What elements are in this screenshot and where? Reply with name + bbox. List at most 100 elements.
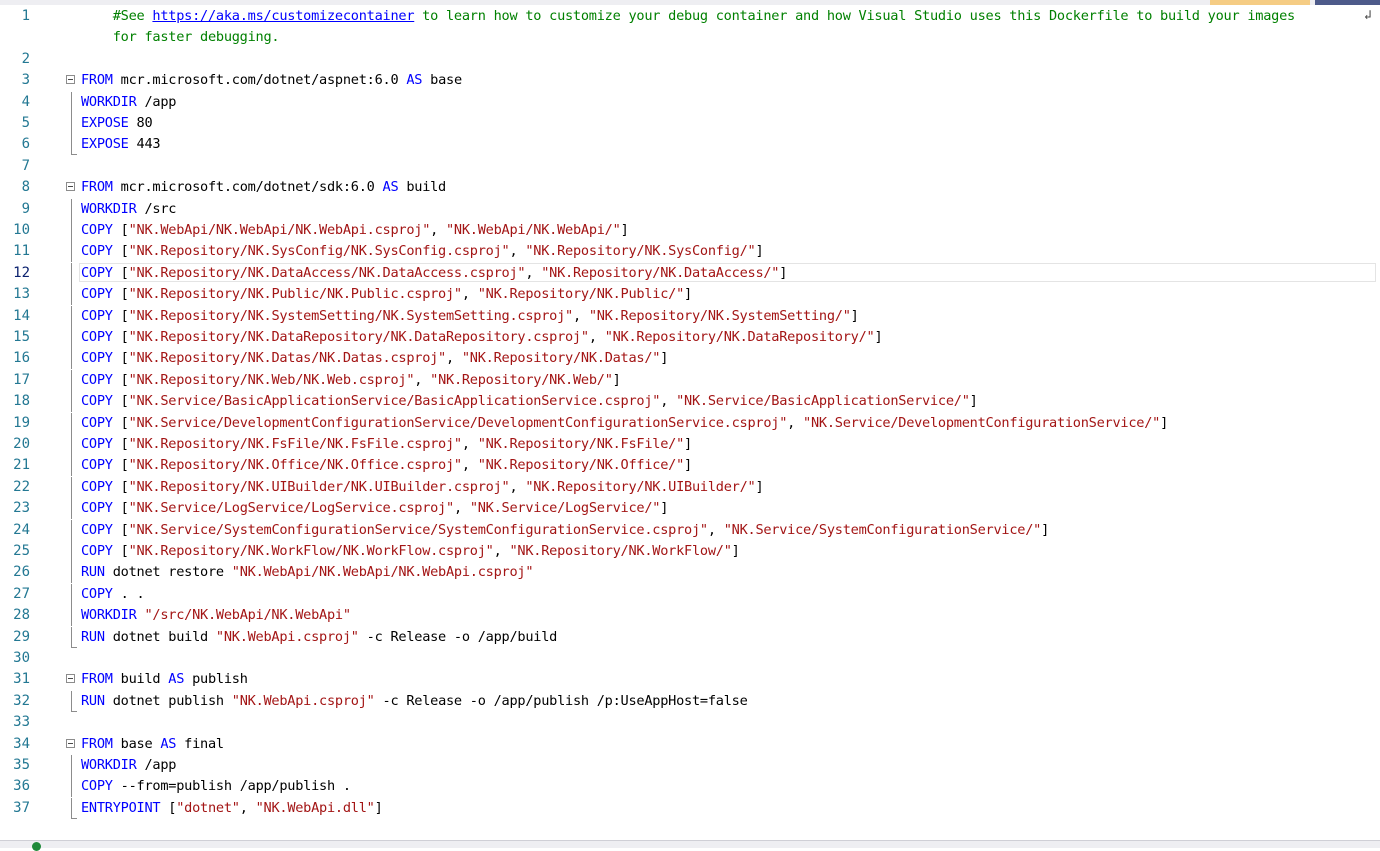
code-text: COPY ["NK.Service/BasicApplicationServic… xyxy=(81,391,978,412)
plain-token: [ xyxy=(112,521,129,538)
plain-token: [ xyxy=(112,478,129,495)
code-line[interactable]: 1 #See https://aka.ms/customizecontainer… xyxy=(0,6,1380,27)
code-line[interactable]: 10 COPY ["NK.WebApi/NK.WebApi/NK.WebApi.c… xyxy=(0,220,1380,241)
outline-guide xyxy=(71,262,72,284)
code-line[interactable]: 34 FROM base AS final xyxy=(0,734,1380,755)
outline-guide xyxy=(71,369,72,391)
code-line[interactable]: 35 WORKDIR /app xyxy=(0,755,1380,776)
line-number: 31 xyxy=(13,671,30,688)
code-line[interactable]: 23 COPY ["NK.Service/LogService/LogServic… xyxy=(0,498,1380,520)
outline-guide xyxy=(71,327,72,348)
code-line[interactable]: 14 COPY ["NK.Repository/NK.SystemSetting/… xyxy=(0,305,1380,327)
string-token: "NK.Service/BasicApplicationService/Basi… xyxy=(128,393,661,410)
code-line[interactable]: 11 COPY ["NK.Repository/NK.SysConfig/NK.S… xyxy=(0,241,1380,263)
no-issues-found-icon[interactable] xyxy=(32,842,41,851)
code-text: WORKDIR /app xyxy=(81,755,176,776)
code-line[interactable]: 31 FROM build AS publish xyxy=(0,669,1380,690)
plain-token: [ xyxy=(112,222,129,238)
code-line[interactable]: 2 xyxy=(0,49,1380,70)
plain-token: , xyxy=(239,799,256,816)
fold-collapse-icon[interactable] xyxy=(66,738,75,748)
line-number: 27 xyxy=(13,585,30,602)
line-number: 26 xyxy=(13,564,30,581)
line-number: 29 xyxy=(13,628,30,645)
plain-token: , xyxy=(525,264,542,281)
string-token: "NK.Repository/NK.FsFile/" xyxy=(477,436,685,452)
line-number: 16 xyxy=(13,350,30,367)
code-line[interactable]: 15 COPY ["NK.Repository/NK.DataRepository… xyxy=(0,327,1380,348)
code-line[interactable]: 24 COPY ["NK.Service/SystemConfigurationS… xyxy=(0,519,1380,541)
keyword-token: AS xyxy=(382,179,399,196)
outline-guide xyxy=(71,541,72,562)
code-line[interactable]: 12 COPY ["NK.Repository/NK.DataAccess/NK.… xyxy=(0,262,1380,284)
keyword-token: FROM xyxy=(81,179,113,196)
code-text: FROM mcr.microsoft.com/dotnet/sdk:6.0 AS… xyxy=(81,177,446,198)
line-number: 6 xyxy=(21,136,30,153)
string-token: "NK.Repository/NK.SystemSetting/NK.Syste… xyxy=(128,307,574,324)
code-text: COPY ["NK.Repository/NK.Web/NK.Web.cspro… xyxy=(81,370,621,391)
string-token: "NK.Repository/NK.Public/NK.Public.cspro… xyxy=(128,286,462,303)
keyword-token: COPY xyxy=(81,436,113,452)
code-line[interactable]: 29 RUN dotnet build "NK.WebApi.csproj" -c… xyxy=(0,626,1380,648)
code-line[interactable]: 21 COPY ["NK.Repository/NK.Office/NK.Offi… xyxy=(0,455,1380,477)
plain-token: [ xyxy=(112,350,129,367)
code-line[interactable]: 22 COPY ["NK.Repository/NK.UIBuilder/NK.U… xyxy=(0,476,1380,498)
fold-collapse-icon[interactable] xyxy=(66,182,75,192)
code-text: EXPOSE 443 xyxy=(81,134,161,155)
plain-token: [ xyxy=(112,500,129,517)
keyword-token: AS xyxy=(168,671,185,688)
string-token: "NK.Service/SystemConfigurationService/" xyxy=(723,521,1042,538)
plain-token: ] xyxy=(874,329,883,345)
string-token: "NK.WebApi/NK.WebApi/NK.WebApi.csproj" xyxy=(231,564,534,581)
code-line[interactable]: 6 EXPOSE 443 xyxy=(0,134,1380,156)
string-token: "NK.Repository/NK.Office/NK.Office.cspro… xyxy=(128,457,462,474)
code-line[interactable]: 30 xyxy=(0,648,1380,669)
code-text: FROM build AS publish xyxy=(81,669,248,690)
keyword-token: FROM xyxy=(81,735,113,752)
plain-token: , xyxy=(707,521,724,538)
string-token: "NK.Service/LogService/" xyxy=(469,500,661,517)
code-line[interactable]: 25 COPY ["NK.Repository/NK.WorkFlow/NK.Wo… xyxy=(0,541,1380,562)
code-line[interactable]: 13 COPY ["NK.Repository/NK.Public/NK.Publ… xyxy=(0,284,1380,306)
code-line[interactable]: 4 WORKDIR /app xyxy=(0,91,1380,113)
code-line[interactable]: 19 COPY ["NK.Service/DevelopmentConfigura… xyxy=(0,412,1380,434)
line-number: 33 xyxy=(13,714,30,731)
code-line[interactable]: 37 ENTRYPOINT ["dotnet", "NK.WebApi.dll"] xyxy=(0,797,1380,819)
plain-token: -c Release -o /app/publish /p:UseAppHost… xyxy=(374,692,748,709)
outline-guide xyxy=(71,605,72,627)
plain-token: ] xyxy=(1160,414,1169,431)
code-editor[interactable]: 1 #See https://aka.ms/customizecontainer… xyxy=(0,5,1380,840)
code-line[interactable]: 17 COPY ["NK.Repository/NK.Web/NK.Web.csp… xyxy=(0,369,1380,391)
code-line[interactable]: 5 EXPOSE 80 xyxy=(0,113,1380,134)
code-line[interactable]: 33 xyxy=(0,712,1380,733)
keyword-token: COPY xyxy=(81,264,113,281)
plain-token: mcr.microsoft.com/dotnet/aspnet:6.0 xyxy=(112,72,407,89)
line-number: 7 xyxy=(21,157,30,174)
code-line[interactable]: 20 COPY ["NK.Repository/NK.FsFile/NK.FsFi… xyxy=(0,434,1380,455)
code-line[interactable]: for faster debugging. xyxy=(0,27,1380,48)
code-line[interactable]: 18 COPY ["NK.Service/BasicApplicationServ… xyxy=(0,391,1380,413)
line-number: 8 xyxy=(21,179,30,196)
string-token: "NK.Repository/NK.UIBuilder/" xyxy=(525,478,756,495)
code-line[interactable]: 26 RUN dotnet restore "NK.WebApi/NK.WebAp… xyxy=(0,562,1380,584)
code-line[interactable]: 16 COPY ["NK.Repository/NK.Datas/NK.Datas… xyxy=(0,348,1380,370)
code-line[interactable]: 9 WORKDIR /src xyxy=(0,198,1380,220)
string-token: "NK.Repository/NK.WorkFlow/NK.WorkFlow.c… xyxy=(128,543,494,559)
outline-guide xyxy=(71,305,72,327)
fold-collapse-icon[interactable] xyxy=(66,75,75,85)
code-line[interactable]: 36 COPY --from=publish /app/publish . xyxy=(0,776,1380,798)
code-text: COPY ["NK.Repository/NK.SysConfig/NK.Sys… xyxy=(81,241,764,262)
code-line[interactable]: 3 FROM mcr.microsoft.com/dotnet/aspnet:6.… xyxy=(0,70,1380,91)
hyperlink[interactable]: https://aka.ms/customizecontainer xyxy=(152,8,414,24)
plain-token: [ xyxy=(112,393,129,410)
code-line[interactable]: 27 COPY . . xyxy=(0,583,1380,605)
code-line[interactable]: 32 RUN dotnet publish "NK.WebApi.csproj" … xyxy=(0,690,1380,712)
outline-guide xyxy=(71,776,72,798)
code-line[interactable]: 28 WORKDIR "/src/NK.WebApi/NK.WebApi" xyxy=(0,605,1380,627)
code-line[interactable]: 8 FROM mcr.microsoft.com/dotnet/sdk:6.0 A… xyxy=(0,177,1380,198)
code-line[interactable]: 7 xyxy=(0,156,1380,177)
keyword-token: COPY xyxy=(81,307,113,324)
plain-token: [ xyxy=(112,457,129,474)
keyword-token: RUN xyxy=(81,564,105,581)
fold-collapse-icon[interactable] xyxy=(66,674,75,684)
